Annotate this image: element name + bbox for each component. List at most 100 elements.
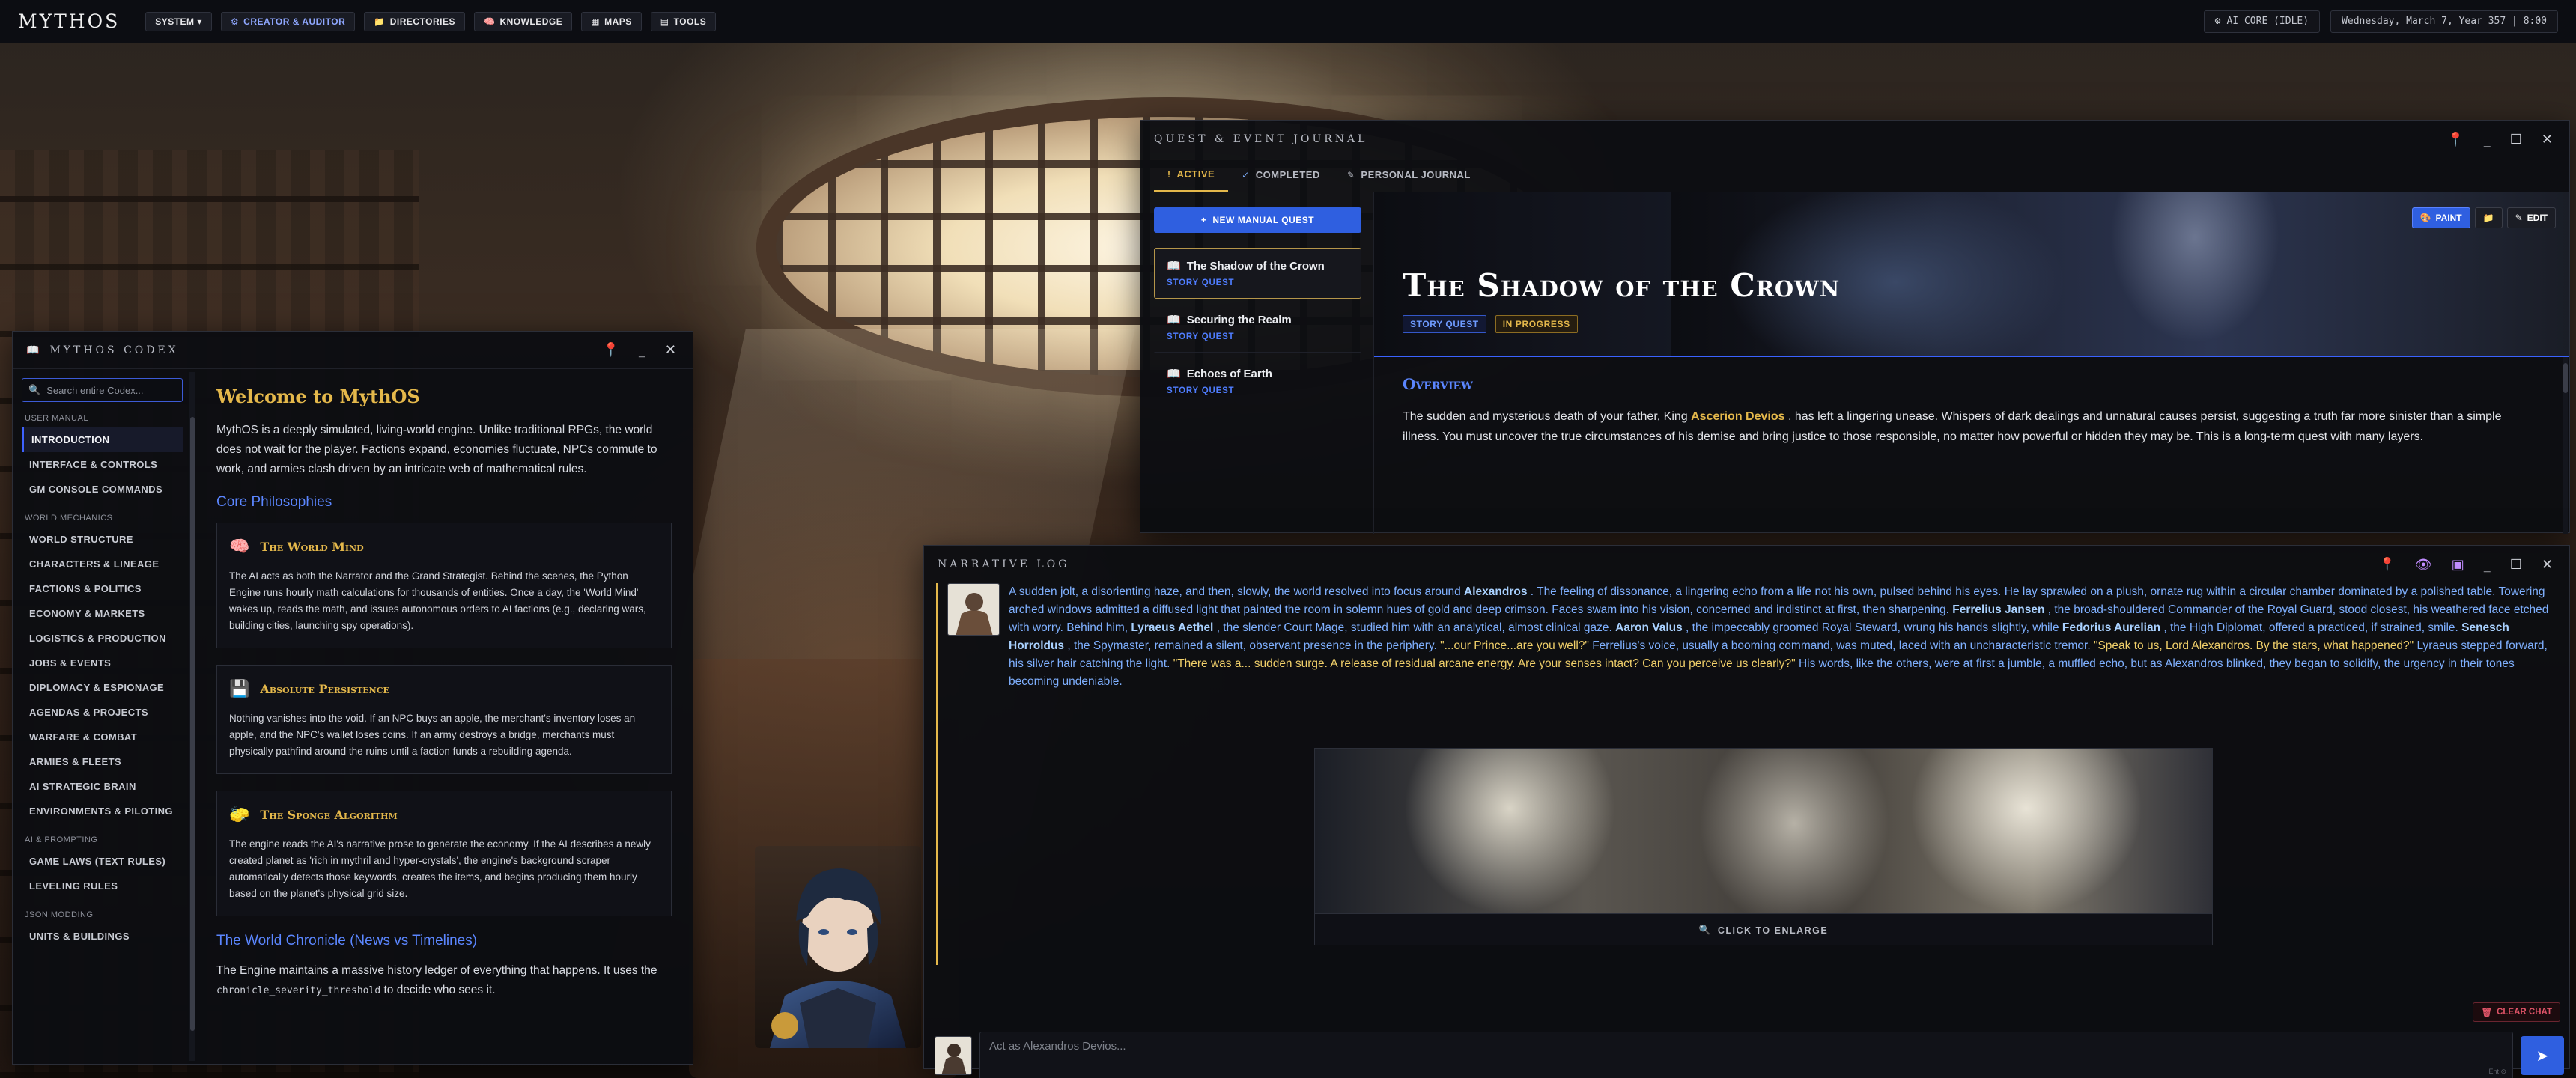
search-icon: 🔍 [28,384,41,395]
pin-icon[interactable]: 📍 [602,342,622,358]
minimize-icon[interactable]: _ [2484,132,2494,147]
maximize-icon[interactable]: ☐ [2510,557,2525,573]
clear-chat-button[interactable]: 🗑 CLEAR CHAT [2473,1002,2560,1022]
close-icon[interactable]: ✕ [2542,557,2556,573]
narration-text: Ferrelius's voice, usually a booming com… [1588,639,2094,652]
codex-item[interactable]: ENVIRONMENTS & PILOTING [22,799,183,823]
quest-item[interactable]: 📖 Echoes of Earth STORY QUEST [1154,356,1361,406]
button-label: CLEAR CHAT [2497,1008,2552,1017]
minimize-icon[interactable]: _ [639,342,648,358]
tab-label: PERSONAL JOURNAL [1361,169,1471,180]
quest-item[interactable]: 📖 Securing the Realm STORY QUEST [1154,302,1361,353]
codex-item[interactable]: GAME LAWS (TEXT RULES) [22,849,183,874]
character-name-link[interactable]: Aaron Valus [1615,621,1686,634]
codex-item[interactable]: FACTIONS & POLITICS [22,576,183,601]
highlighted-name[interactable]: Ascerion Devios [1691,410,1784,423]
nav-creator-auditor[interactable]: ⚙ CREATOR & AUDITOR [220,11,356,31]
narrative-title: NARRATIVE LOG [938,558,1070,570]
codex-item[interactable]: ARMIES & FLEETS [22,749,183,774]
nav-label: CREATOR & AUDITOR [243,16,346,27]
eye-icon[interactable]: 👁 [2415,557,2435,573]
image-icon[interactable]: ▣ [2452,557,2467,573]
category-heading: WORLD MECHANICS [25,514,113,523]
tab-active[interactable]: ! ACTIVE [1154,158,1229,192]
nav-directories[interactable]: 📁 DIRECTORIES [364,11,465,31]
scroll-thumb[interactable] [190,417,195,1031]
narrative-title-bar[interactable]: NARRATIVE LOG 📍 👁 ▣ _ ☐ ✕ [924,546,2569,583]
quest-type: STORY QUEST [1167,386,1235,395]
codex-search[interactable]: 🔍 [22,378,183,402]
quest-name: The Shadow of the Crown [1186,259,1325,272]
tab-personal-journal[interactable]: ✎ PERSONAL JOURNAL [1334,158,1484,192]
codex-item[interactable]: UNITS & BUILDINGS [22,924,183,948]
quest-name: Echoes of Earth [1186,367,1272,380]
codex-item-introduction[interactable]: INTRODUCTION [22,427,183,452]
codex-item-interface[interactable]: INTERFACE & CONTROLS [22,452,183,477]
send-button[interactable]: ➤ [2521,1036,2564,1075]
ai-core-status[interactable]: ⚙ AI CORE (IDLE) [2203,10,2321,33]
nav-label: DIRECTORIES [389,16,455,27]
character-portrait[interactable] [755,846,921,1048]
nav-tools[interactable]: ▤ TOOLS [650,11,717,31]
chronicle-text-pre: The Engine maintains a massive history l… [216,964,657,977]
journal-scrollbar[interactable] [2563,357,2568,534]
new-manual-quest-button[interactable]: + NEW MANUAL QUEST [1154,207,1361,233]
journal-title-bar[interactable]: QUEST & EVENT JOURNAL 📍 _ ☐ ✕ [1140,121,2569,158]
narrative-log-window: NARRATIVE LOG 📍 👁 ▣ _ ☐ ✕ A sudden jolt,… [923,545,2570,1078]
card-title: Absolute Persistence [260,681,389,696]
folder-button[interactable]: 📁 [2474,207,2503,228]
scroll-thumb[interactable] [2563,363,2568,393]
character-name-link[interactable]: Alexandros [1464,585,1531,598]
character-name-link[interactable]: Ferrelius Jansen [1952,603,2048,616]
chronicle-text: The Engine maintains a massive history l… [216,961,672,1001]
search-icon: 🔍 [1698,925,1712,935]
codex-item[interactable]: ECONOMY & MARKETS [22,601,183,626]
enlarge-label: CLICK TO ENLARGE [1717,925,1829,936]
codex-search-input[interactable] [46,384,179,396]
codex-item[interactable]: AI STRATEGIC BRAIN [22,774,183,799]
pin-icon[interactable]: 📍 [2378,557,2398,573]
scene-image[interactable]: 🔍 CLICK TO ENLARGE [1314,748,2213,945]
quest-overview: Overview The sudden and mysterious death… [1374,357,2569,465]
paint-button[interactable]: 🎨 PAINT [2411,207,2470,228]
chat-input[interactable] [980,1032,2512,1078]
story-text: A sudden jolt, a disorienting haze, and … [947,583,2554,691]
codex-item-gm-console[interactable]: GM CONSOLE COMMANDS [22,477,183,502]
philosophy-card: 💾 Absolute Persistence Nothing vanishes i… [216,665,672,774]
character-name-link[interactable]: Lyraeus Aethel [1131,621,1216,634]
chat-field[interactable]: Ent ⊙ [979,1032,2513,1078]
codex-sidebar-scrollbar[interactable] [189,372,195,1061]
character-name-link[interactable]: Fedorius Aurelian [2062,621,2164,634]
codex-item[interactable]: CHARACTERS & LINEAGE [22,552,183,576]
philosophy-card: 🧽 The Sponge Algorithm The engine reads t… [216,791,672,916]
nav-maps[interactable]: ▦ MAPS [581,11,642,31]
nav-system[interactable]: SYSTEM ▾ [145,11,212,31]
player-avatar[interactable] [935,1036,972,1075]
nav-label: MAPS [604,16,632,27]
maximize-icon[interactable]: ☐ [2510,132,2525,147]
pin-icon[interactable]: 📍 [2447,132,2467,147]
codex-item[interactable]: WORLD STRUCTURE [22,527,183,552]
codex-item[interactable]: AGENDAS & PROJECTS [22,700,183,725]
minimize-icon[interactable]: _ [2484,557,2494,573]
quest-item[interactable]: 📖 The Shadow of the Crown STORY QUEST [1154,248,1361,299]
book-icon: 📖 [1167,368,1181,380]
edit-button[interactable]: ✎ EDIT [2506,207,2556,228]
codex-item[interactable]: WARFARE & COMBAT [22,725,183,749]
close-icon[interactable]: ✕ [2542,132,2556,147]
tab-label: COMPLETED [1255,169,1320,180]
card-text: The AI acts as both the Narrator and the… [229,570,646,631]
ai-core-label: AI CORE (IDLE) [2226,16,2309,27]
quest-type-badge: STORY QUEST [1403,315,1486,333]
close-icon[interactable]: ✕ [665,342,679,358]
brand-logo[interactable]: MYTHOS [18,10,120,32]
codex-item[interactable]: DIPLOMACY & ESPIONAGE [22,675,183,700]
codex-item[interactable]: LEVELING RULES [22,874,183,898]
codex-title-bar[interactable]: 📖 MYTHOS CODEX 📍 _ ✕ [13,332,693,369]
nav-knowledge[interactable]: 🧠 KNOWLEDGE [473,11,573,31]
tab-completed[interactable]: ✓ COMPLETED [1228,158,1334,192]
codex-item[interactable]: JOBS & EVENTS [22,651,183,675]
click-to-enlarge[interactable]: 🔍 CLICK TO ENLARGE [1315,913,2212,945]
folder-icon: 📁 [2482,213,2494,223]
codex-item[interactable]: LOGISTICS & PRODUCTION [22,626,183,651]
